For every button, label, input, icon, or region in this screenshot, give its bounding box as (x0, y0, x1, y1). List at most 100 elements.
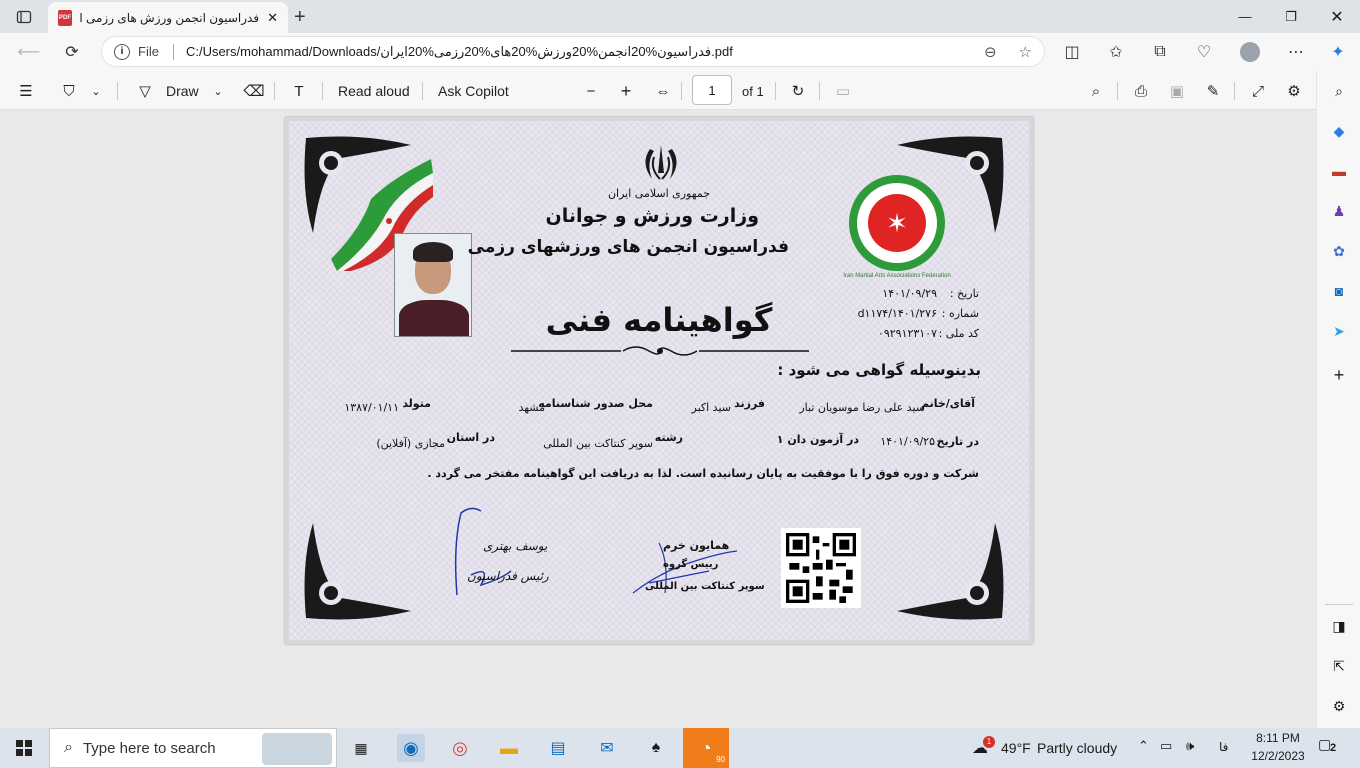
refresh-button[interactable]: ⟳ (57, 37, 87, 67)
sidebar-microsoft365-icon[interactable]: ✿ (1329, 241, 1349, 261)
zoom-in-icon[interactable]: + (614, 79, 638, 103)
new-tab-button[interactable]: + (294, 6, 306, 29)
find-icon[interactable]: ⌕ (1084, 79, 1108, 103)
draw-dropdown-chevron-icon[interactable]: ⌄ (206, 79, 230, 103)
solitaire-icon[interactable]: ♠ (642, 734, 670, 762)
active-tab[interactable]: PDF فدراسیون انجمن ورزش های رزمی ای ✕ (48, 2, 288, 33)
language-indicator[interactable]: فا (1219, 740, 1228, 754)
edge-taskbar-icon[interactable]: ◉ (397, 734, 425, 762)
zoom-icon[interactable]: ⊖ (984, 43, 997, 61)
highlight-icon[interactable]: ⛉ (57, 79, 81, 103)
person-name: سید علی رضا موسویان تبار (799, 401, 925, 414)
notification-count: 2 (1330, 742, 1337, 754)
corner-ornament-bottom-right-icon (897, 523, 1004, 620)
toolbar-divider (274, 82, 275, 100)
app-taskbar-icon[interactable]: ◔ 90 (683, 728, 729, 768)
windows-start-icon[interactable] (10, 734, 38, 762)
workspaces-button[interactable] (0, 0, 48, 33)
clock-date[interactable]: 12/2/2023 (1246, 749, 1310, 763)
restore-button[interactable]: ❐ (1268, 0, 1314, 33)
draw-button[interactable]: Draw (166, 79, 199, 103)
qr-code (781, 528, 861, 608)
clock-time[interactable]: 8:11 PM (1250, 731, 1306, 745)
tab-close-icon[interactable]: ✕ (267, 10, 278, 26)
birth-place: مشهد (518, 401, 545, 414)
toolbar-divider (1117, 82, 1118, 100)
copilot-icon[interactable]: ✦ (1323, 37, 1353, 67)
weather-temp[interactable]: 49°F (1001, 740, 1031, 756)
sidebar-games-icon[interactable]: ♟ (1329, 201, 1349, 221)
tab-actions-icon (16, 10, 32, 23)
toolbar-divider (775, 82, 776, 100)
volume-icon[interactable]: 🕪 (1186, 738, 1194, 754)
mail-icon[interactable]: ✉ (593, 734, 621, 762)
zoom-out-icon[interactable]: − (579, 79, 603, 103)
highlight-dropdown-chevron-icon[interactable]: ⌄ (84, 79, 108, 103)
sidebar-search-icon[interactable]: ⌕ (1329, 81, 1349, 101)
search-highlight-image (262, 733, 332, 765)
signer-1-name: یوسف بهتری (483, 539, 548, 553)
toolbar-divider (1234, 82, 1235, 100)
settings-more-icon[interactable]: ⋯ (1281, 37, 1311, 67)
fullscreen-icon[interactable]: ⤢ (1246, 79, 1270, 103)
pdf-settings-gear-icon[interactable]: ⚙ (1282, 79, 1306, 103)
search-placeholder: Type here to search (82, 739, 216, 757)
sidebar-hide-icon[interactable]: ◨ (1329, 616, 1349, 636)
favorites-icon[interactable]: ✩ (1101, 37, 1131, 67)
task-view-icon[interactable]: ▦ (347, 734, 375, 762)
sidebar-drop-icon[interactable]: ➤ (1329, 321, 1349, 341)
info-icon[interactable]: i (114, 43, 130, 60)
save-icon[interactable]: ▣ (1165, 79, 1189, 103)
fit-width-icon[interactable]: ⇔ (651, 79, 675, 103)
extensions-icon[interactable]: ♡ (1189, 37, 1219, 67)
title-divider-ornament-icon (511, 346, 809, 356)
collections-icon[interactable]: ⧉ (1145, 37, 1175, 67)
rotate-icon[interactable]: ↻ (786, 79, 810, 103)
contents-icon[interactable]: ☰ (14, 79, 38, 103)
split-screen-icon[interactable]: ◫ (1057, 37, 1087, 67)
read-aloud-button[interactable]: Read aloud (338, 79, 410, 103)
chrome-taskbar-icon[interactable]: ◎ (446, 734, 474, 762)
microsoft-store-icon[interactable]: ▤ (544, 734, 572, 762)
draw-icon[interactable]: ▽ (133, 79, 157, 103)
network-icon[interactable]: ▭ (1160, 738, 1172, 754)
close-window-button[interactable]: ✕ (1314, 0, 1360, 33)
pdf-tab-icon: PDF (58, 9, 72, 26)
sidebar-open-external-icon[interactable]: ⇱ (1329, 656, 1349, 676)
app-badge: 90 (716, 755, 725, 764)
sidebar-tools-icon[interactable]: ▬ (1329, 161, 1349, 181)
signer-2-role: رییس گروه (663, 559, 719, 570)
eraser-icon[interactable]: ⌫ (242, 79, 266, 103)
federation-text: فدراسیون انجمن های ورزشهای رزمی (467, 237, 789, 257)
ministry-text: وزارت ورزش و جوانان (545, 205, 759, 227)
address-bar[interactable]: i File C:/Users/mohammad/Downloads/فدراس… (101, 36, 1045, 67)
save-as-icon[interactable]: ✎ (1201, 79, 1225, 103)
number-label: شماره : (941, 307, 979, 320)
back-button[interactable]: ⟵ (14, 37, 44, 67)
navigation-bar: ⟵ ⟳ i File C:/Users/mohammad/Downloads/ف… (0, 33, 1360, 71)
taskbar-search-box[interactable]: ⌕ Type here to search (49, 728, 337, 768)
ask-copilot-button[interactable]: Ask Copilot (438, 79, 509, 103)
text-box-icon[interactable]: T (287, 79, 311, 103)
certificate-title: گواهینامه فنی (545, 301, 773, 339)
field-label: رشته (654, 431, 683, 444)
birth-date: ۱۳۸۷/۰۱/۱۱ (344, 401, 399, 414)
tab-title: فدراسیون انجمن ورزش های رزمی ای (80, 10, 260, 25)
address-separator (172, 43, 174, 60)
sidebar-shopping-icon[interactable]: ◆ (1329, 121, 1349, 141)
sidebar-add-icon[interactable]: + (1329, 365, 1349, 385)
page-number-input[interactable]: 1 (692, 75, 732, 105)
date-label: تاریخ : (949, 287, 979, 300)
url-text[interactable]: C:/Users/mohammad/Downloads/فدراسیون%20ا… (186, 44, 962, 60)
profile-avatar-icon[interactable] (1235, 37, 1265, 67)
show-hidden-icons-chevron-icon[interactable]: ⌃ (1138, 738, 1149, 754)
print-icon[interactable]: ⎙ (1129, 79, 1153, 103)
favorite-star-icon[interactable]: ☆ (1019, 43, 1032, 61)
weather-description[interactable]: Partly cloudy (1037, 740, 1117, 756)
sidebar-settings-gear-icon[interactable]: ⚙ (1329, 696, 1349, 716)
minimize-button[interactable]: — (1222, 0, 1268, 33)
page-view-icon[interactable]: ▭ (831, 79, 855, 103)
federation-logo-text: Iran Martial Arts Associations Federatio… (843, 273, 951, 279)
sidebar-outlook-icon[interactable]: ◙ (1329, 281, 1349, 301)
file-explorer-icon[interactable]: ▬ (495, 734, 523, 762)
